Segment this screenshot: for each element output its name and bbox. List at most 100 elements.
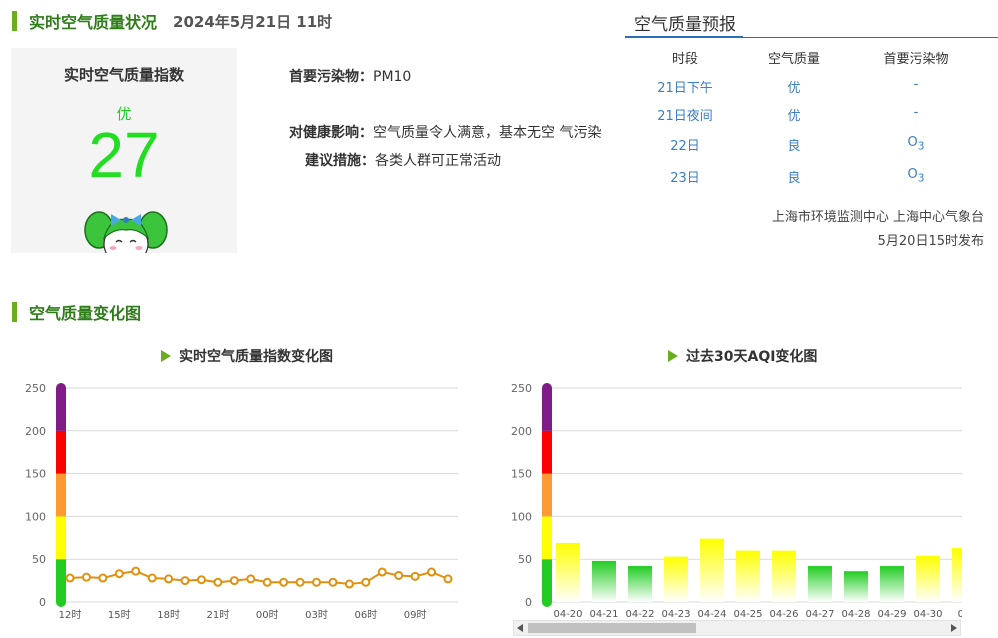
data-point: [131, 566, 141, 576]
y-tick-label: 0: [525, 596, 532, 609]
play-icon: [161, 350, 171, 362]
data-point: [427, 567, 437, 577]
data-point: [344, 579, 354, 589]
daily-aqi-bar-chart: 05010015020025004-20 04-21 04-22 04-23 04-24…: [511, 382, 962, 620]
bar: [880, 566, 904, 602]
bar: [700, 538, 724, 602]
data-point: [279, 577, 289, 587]
y-tick-label: 0: [39, 596, 46, 609]
daily-chart-title: 过去30天AQI变化图: [668, 346, 817, 366]
chart-scrollbar[interactable]: [513, 620, 961, 636]
y-tick-label: 250: [25, 382, 46, 395]
x-tick-label: 04-22: [625, 609, 654, 620]
play-icon: [668, 350, 678, 362]
bar: [592, 560, 616, 602]
y-tick-label: 200: [25, 425, 46, 438]
forecast-period: 21日夜间: [657, 109, 713, 124]
aqi-band-segment: [542, 430, 552, 474]
x-tick-label: 04-25: [733, 609, 762, 620]
mascot-icon: [84, 211, 168, 253]
y-tick-label: 200: [511, 425, 532, 438]
forecast-quality: 优: [787, 109, 801, 124]
report-datetime: 2024年5月21日 11时: [173, 12, 333, 31]
forecast-source: 上海市环境监测中心 上海中心气象台: [771, 210, 984, 225]
scroll-left-icon[interactable]: [517, 624, 523, 632]
forecast-period: 21日下午: [657, 81, 713, 96]
y-tick-label: 100: [25, 510, 46, 523]
y-tick-label: 50: [32, 553, 46, 566]
data-point: [394, 570, 404, 580]
bar: [772, 550, 796, 602]
bar: [952, 548, 962, 602]
section-accent-bar: [12, 11, 17, 31]
x-tick-label: 04-28: [841, 609, 870, 620]
aqi-band-segment: [56, 516, 66, 560]
x-tick-label: 15时: [108, 609, 131, 620]
tab-active-indicator: [625, 36, 743, 38]
x-tick-label: 04-30: [913, 609, 942, 620]
aqi-band-segment: [56, 559, 66, 602]
forecast-pollutant: O3: [856, 167, 976, 185]
data-point: [246, 574, 256, 584]
data-point: [361, 577, 371, 587]
series-line: [69, 570, 449, 586]
aqi-band-segment: [56, 473, 66, 517]
aqi-band-cap: [56, 597, 66, 607]
daily-chart-title-text: 过去30天AQI变化图: [686, 349, 818, 365]
x-tick-label: 04-23: [661, 609, 690, 620]
aqi-band-segment: [542, 473, 552, 517]
y-tick-label: 150: [511, 468, 532, 481]
x-tick-label: 00时: [256, 609, 279, 620]
y-tick-label: 250: [511, 382, 532, 395]
forecast-quality: 良: [787, 139, 801, 154]
pollutant-symbol: O: [907, 167, 918, 182]
x-tick-label: 21时: [207, 609, 230, 620]
pollutant-subscript: 3: [917, 139, 925, 153]
pollutant-subscript: 3: [917, 171, 925, 185]
data-point: [81, 572, 91, 582]
x-tick-label: 04-29: [877, 609, 906, 620]
table-row: 22日 良 O3: [625, 135, 998, 157]
pollutant-symbol: O: [907, 135, 918, 150]
table-row: 23日 良 O3: [625, 167, 998, 189]
x-tick-label: 05: [958, 609, 962, 620]
forecast-period: 23日: [670, 171, 700, 186]
x-tick-label: 04-24: [697, 609, 726, 620]
aqi-value: 27: [88, 119, 160, 191]
data-point: [377, 567, 387, 577]
bar: [628, 566, 652, 602]
data-point: [328, 577, 338, 587]
realtime-chart-title-text: 实时空气质量指数变化图: [179, 349, 333, 365]
aqi-band-segment: [542, 388, 552, 431]
advice-value: 各类人群可正常活动: [375, 153, 501, 169]
section-accent-bar: [12, 302, 17, 322]
forecast-pollutant: -: [913, 77, 919, 92]
realtime-chart-title: 实时空气质量指数变化图: [161, 346, 333, 366]
aqi-band-cap: [56, 383, 66, 393]
aqi-band-segment: [56, 388, 66, 431]
scroll-right-icon[interactable]: [951, 624, 957, 632]
health-impact-value: 空气质量令人满意，基本无空 气污染: [373, 125, 602, 141]
data-point: [443, 574, 453, 584]
forecast-header-quality: 空气质量: [767, 52, 820, 67]
forecast-tab-bar: 空气质量预报: [625, 8, 998, 38]
primary-pollutant-label: 首要污染物：: [289, 69, 373, 85]
realtime-aqi-line-chart: 0 50 100 150 200 250 12时 15时 18时 21时 00时 03时 06时 09时: [25, 382, 458, 620]
scroll-thumb[interactable]: [528, 623, 696, 633]
data-point: [180, 576, 190, 586]
y-tick-label: 150: [25, 468, 46, 481]
data-point: [312, 577, 322, 587]
forecast-header-row: 时段 空气质量 首要污染物: [625, 48, 998, 70]
data-point: [196, 575, 206, 585]
table-row: 21日下午 优 -: [625, 77, 998, 99]
section-title: 空气质量变化图: [29, 304, 142, 323]
forecast-period: 22日: [670, 139, 700, 154]
data-point: [98, 573, 108, 583]
forecast-issued: 5月20日15时发布: [877, 234, 984, 249]
bar: [736, 550, 760, 602]
data-point: [114, 569, 124, 579]
x-tick-label: 04-20: [553, 609, 582, 620]
tab-forecast[interactable]: 空气质量预报: [634, 10, 736, 35]
forecast-quality: 优: [787, 81, 801, 96]
health-impact: 对健康影响：空气质量令人满意，基本无空 气污染: [289, 122, 601, 142]
